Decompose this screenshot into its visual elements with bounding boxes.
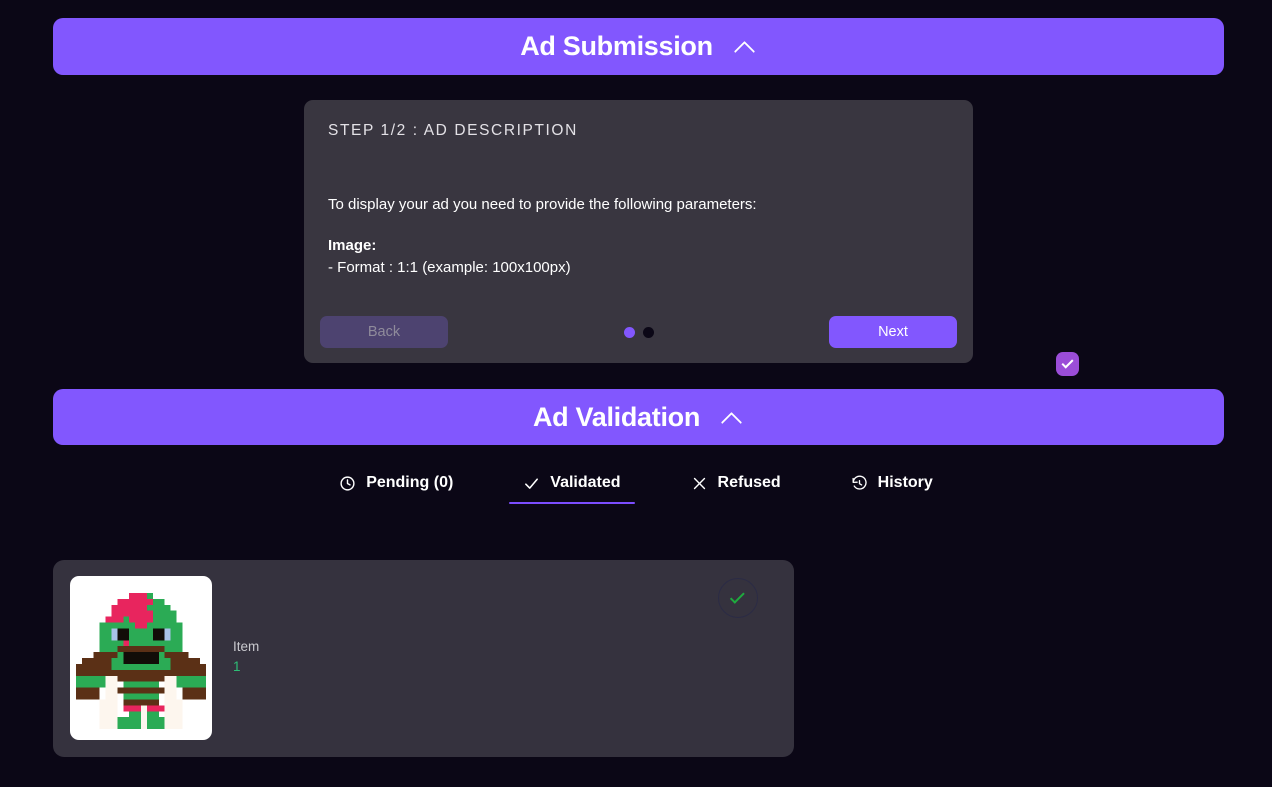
validation-tabs: Pending (0) Validated Refused History bbox=[0, 470, 1272, 504]
item-id: 1 bbox=[233, 659, 241, 674]
step-dot-1[interactable] bbox=[623, 326, 635, 338]
tab-validated[interactable]: Validated bbox=[509, 470, 635, 504]
item-thumbnail bbox=[70, 576, 212, 740]
check-circle-icon bbox=[729, 588, 745, 604]
history-icon bbox=[852, 475, 867, 490]
tab-validated-label: Validated bbox=[550, 474, 621, 491]
back-button[interactable]: Back bbox=[320, 316, 448, 348]
pixel-avatar-orc-icon bbox=[70, 587, 212, 729]
check-icon bbox=[1061, 356, 1074, 369]
tab-history-label: History bbox=[877, 474, 933, 491]
tab-refused-label: Refused bbox=[717, 474, 781, 491]
step-heading: STEP 1/2 : AD DESCRIPTION bbox=[328, 122, 578, 139]
step-intro-text: To display your ad you need to provide t… bbox=[328, 196, 757, 213]
param-format-text: - Format : 1:1 (example: 100x100px) bbox=[328, 259, 571, 276]
item-meta: Item 1 bbox=[233, 639, 259, 674]
param-group-title: Image: bbox=[328, 237, 377, 254]
list-item[interactable]: Item 1 bbox=[53, 560, 794, 757]
chevron-up-icon[interactable] bbox=[722, 411, 744, 424]
step-pagination-dots bbox=[623, 326, 654, 338]
step-dot-2[interactable] bbox=[642, 326, 654, 338]
param-row-format: - Format : 1:1 (example: 100x100px) bbox=[328, 259, 949, 276]
item-validate-button[interactable] bbox=[718, 578, 758, 618]
section-header-ad-submission[interactable]: Ad Submission bbox=[53, 18, 1224, 75]
tab-pending-label: Pending (0) bbox=[366, 474, 454, 491]
tab-refused[interactable]: Refused bbox=[677, 470, 795, 504]
tab-pending[interactable]: Pending (0) bbox=[325, 470, 467, 504]
item-name: Item bbox=[233, 639, 260, 654]
check-icon bbox=[525, 477, 539, 489]
section-title-ad-validation: Ad Validation bbox=[532, 401, 701, 432]
section-header-ad-validation[interactable]: Ad Validation bbox=[53, 389, 1224, 445]
clock-icon bbox=[340, 475, 355, 491]
app-root: Ad Submission STEP 1/2 : AD DESCRIPTION … bbox=[0, 0, 1272, 787]
tab-history[interactable]: History bbox=[837, 470, 947, 504]
section-title-ad-submission: Ad Submission bbox=[520, 31, 713, 61]
close-icon bbox=[693, 477, 705, 489]
chevron-up-icon[interactable] bbox=[735, 40, 757, 53]
next-button[interactable]: Next bbox=[829, 316, 957, 348]
step-footer: Back Next bbox=[320, 316, 957, 348]
ad-description-step-card: STEP 1/2 : AD DESCRIPTION To display you… bbox=[304, 100, 1079, 376]
format-checkbox[interactable] bbox=[1056, 352, 1079, 376]
